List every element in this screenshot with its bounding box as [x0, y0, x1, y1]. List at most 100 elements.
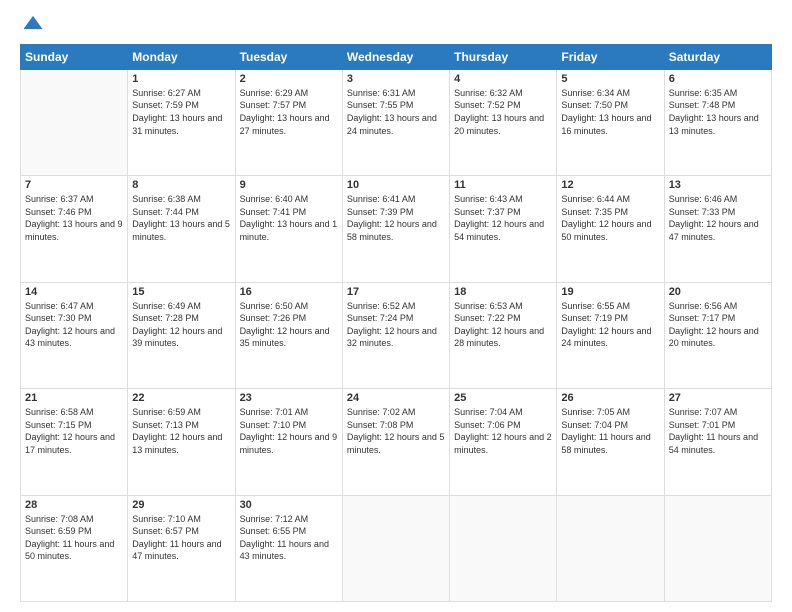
day-number: 5	[561, 73, 659, 85]
day-info: Sunrise: 6:52 AMSunset: 7:24 PMDaylight:…	[347, 300, 445, 350]
calendar-week-2: 7 Sunrise: 6:37 AMSunset: 7:46 PMDaylight…	[21, 176, 772, 282]
calendar-cell: 26 Sunrise: 7:05 AMSunset: 7:04 PMDayligh…	[557, 389, 664, 495]
calendar-cell: 23 Sunrise: 7:01 AMSunset: 7:10 PMDayligh…	[235, 389, 342, 495]
day-info: Sunrise: 6:47 AMSunset: 7:30 PMDaylight:…	[25, 300, 123, 350]
day-number: 3	[347, 73, 445, 85]
day-info: Sunrise: 6:43 AMSunset: 7:37 PMDaylight:…	[454, 193, 552, 243]
calendar-cell: 18 Sunrise: 6:53 AMSunset: 7:22 PMDayligh…	[450, 282, 557, 388]
day-number: 2	[240, 73, 338, 85]
day-number: 10	[347, 179, 445, 191]
calendar-cell	[342, 495, 449, 601]
day-info: Sunrise: 6:59 AMSunset: 7:13 PMDaylight:…	[132, 406, 230, 456]
calendar-cell: 24 Sunrise: 7:02 AMSunset: 7:08 PMDayligh…	[342, 389, 449, 495]
day-number: 16	[240, 286, 338, 298]
day-info: Sunrise: 6:31 AMSunset: 7:55 PMDaylight:…	[347, 87, 445, 137]
calendar-cell: 22 Sunrise: 6:59 AMSunset: 7:13 PMDayligh…	[128, 389, 235, 495]
col-header-sunday: Sunday	[21, 44, 128, 69]
calendar-header-row: SundayMondayTuesdayWednesdayThursdayFrid…	[21, 44, 772, 69]
calendar-cell: 10 Sunrise: 6:41 AMSunset: 7:39 PMDayligh…	[342, 176, 449, 282]
calendar-cell: 3 Sunrise: 6:31 AMSunset: 7:55 PMDaylight…	[342, 69, 449, 175]
calendar-cell: 14Sunrise: 6:47 AMSunset: 7:30 PMDayligh…	[21, 282, 128, 388]
day-info: Sunrise: 6:34 AMSunset: 7:50 PMDaylight:…	[561, 87, 659, 137]
day-info: Sunrise: 7:12 AMSunset: 6:55 PMDaylight:…	[240, 513, 338, 563]
day-number: 4	[454, 73, 552, 85]
calendar-cell: 16 Sunrise: 6:50 AMSunset: 7:26 PMDayligh…	[235, 282, 342, 388]
day-info: Sunrise: 6:35 AMSunset: 7:48 PMDaylight:…	[669, 87, 767, 137]
day-info: Sunrise: 7:10 AMSunset: 6:57 PMDaylight:…	[132, 513, 230, 563]
logo	[20, 16, 44, 36]
calendar-cell: 30Sunrise: 7:12 AMSunset: 6:55 PMDayligh…	[235, 495, 342, 601]
day-number: 27	[669, 392, 767, 404]
day-number: 8	[132, 179, 230, 191]
calendar-cell: 20 Sunrise: 6:56 AMSunset: 7:17 PMDayligh…	[664, 282, 771, 388]
day-info: Sunrise: 7:04 AMSunset: 7:06 PMDaylight:…	[454, 406, 552, 456]
day-number: 6	[669, 73, 767, 85]
day-number: 15	[132, 286, 230, 298]
calendar-week-1: 1 Sunrise: 6:27 AMSunset: 7:59 PMDaylight…	[21, 69, 772, 175]
day-number: 1	[132, 73, 230, 85]
calendar-cell: 8 Sunrise: 6:38 AMSunset: 7:44 PMDaylight…	[128, 176, 235, 282]
day-info: Sunrise: 6:44 AMSunset: 7:35 PMDaylight:…	[561, 193, 659, 243]
calendar-cell: 11Sunrise: 6:43 AMSunset: 7:37 PMDayligh…	[450, 176, 557, 282]
day-number: 7	[25, 179, 123, 191]
calendar-cell: 12 Sunrise: 6:44 AMSunset: 7:35 PMDayligh…	[557, 176, 664, 282]
calendar-cell: 4 Sunrise: 6:32 AMSunset: 7:52 PMDaylight…	[450, 69, 557, 175]
day-info: Sunrise: 7:02 AMSunset: 7:08 PMDaylight:…	[347, 406, 445, 456]
day-info: Sunrise: 6:37 AMSunset: 7:46 PMDaylight:…	[25, 193, 123, 243]
calendar-cell	[664, 495, 771, 601]
col-header-monday: Monday	[128, 44, 235, 69]
calendar-cell: 19 Sunrise: 6:55 AMSunset: 7:19 PMDayligh…	[557, 282, 664, 388]
day-number: 22	[132, 392, 230, 404]
calendar-cell	[21, 69, 128, 175]
col-header-saturday: Saturday	[664, 44, 771, 69]
day-info: Sunrise: 6:38 AMSunset: 7:44 PMDaylight:…	[132, 193, 230, 243]
day-number: 20	[669, 286, 767, 298]
day-number: 24	[347, 392, 445, 404]
day-number: 21	[25, 392, 123, 404]
day-info: Sunrise: 6:40 AMSunset: 7:41 PMDaylight:…	[240, 193, 338, 243]
calendar-cell: 13 Sunrise: 6:46 AMSunset: 7:33 PMDayligh…	[664, 176, 771, 282]
calendar-table: SundayMondayTuesdayWednesdayThursdayFrid…	[20, 44, 772, 602]
header	[20, 16, 772, 36]
day-info: Sunrise: 6:32 AMSunset: 7:52 PMDaylight:…	[454, 87, 552, 137]
day-info: Sunrise: 6:27 AMSunset: 7:59 PMDaylight:…	[132, 87, 230, 137]
calendar-cell: 6 Sunrise: 6:35 AMSunset: 7:48 PMDaylight…	[664, 69, 771, 175]
calendar-cell: 28Sunrise: 7:08 AMSunset: 6:59 PMDayligh…	[21, 495, 128, 601]
col-header-friday: Friday	[557, 44, 664, 69]
day-info: Sunrise: 6:53 AMSunset: 7:22 PMDaylight:…	[454, 300, 552, 350]
day-number: 12	[561, 179, 659, 191]
logo-icon	[22, 13, 44, 35]
day-number: 25	[454, 392, 552, 404]
day-info: Sunrise: 7:07 AMSunset: 7:01 PMDaylight:…	[669, 406, 767, 456]
calendar-cell: 27 Sunrise: 7:07 AMSunset: 7:01 PMDayligh…	[664, 389, 771, 495]
calendar-cell: 5 Sunrise: 6:34 AMSunset: 7:50 PMDaylight…	[557, 69, 664, 175]
day-info: Sunrise: 7:08 AMSunset: 6:59 PMDaylight:…	[25, 513, 123, 563]
day-info: Sunrise: 6:58 AMSunset: 7:15 PMDaylight:…	[25, 406, 123, 456]
calendar-week-3: 14Sunrise: 6:47 AMSunset: 7:30 PMDayligh…	[21, 282, 772, 388]
calendar-cell: 1 Sunrise: 6:27 AMSunset: 7:59 PMDaylight…	[128, 69, 235, 175]
calendar-cell: 17Sunrise: 6:52 AMSunset: 7:24 PMDayligh…	[342, 282, 449, 388]
day-info: Sunrise: 6:46 AMSunset: 7:33 PMDaylight:…	[669, 193, 767, 243]
calendar-cell: 2Sunrise: 6:29 AMSunset: 7:57 PMDaylight…	[235, 69, 342, 175]
calendar-cell: 9Sunrise: 6:40 AMSunset: 7:41 PMDaylight…	[235, 176, 342, 282]
day-number: 26	[561, 392, 659, 404]
calendar-cell	[557, 495, 664, 601]
day-info: Sunrise: 6:56 AMSunset: 7:17 PMDaylight:…	[669, 300, 767, 350]
day-info: Sunrise: 7:05 AMSunset: 7:04 PMDaylight:…	[561, 406, 659, 456]
day-number: 29	[132, 499, 230, 511]
calendar-cell: 7 Sunrise: 6:37 AMSunset: 7:46 PMDaylight…	[21, 176, 128, 282]
calendar-cell: 29 Sunrise: 7:10 AMSunset: 6:57 PMDayligh…	[128, 495, 235, 601]
day-info: Sunrise: 6:41 AMSunset: 7:39 PMDaylight:…	[347, 193, 445, 243]
day-number: 13	[669, 179, 767, 191]
day-number: 23	[240, 392, 338, 404]
day-info: Sunrise: 7:01 AMSunset: 7:10 PMDaylight:…	[240, 406, 338, 456]
day-info: Sunrise: 6:55 AMSunset: 7:19 PMDaylight:…	[561, 300, 659, 350]
calendar-week-5: 28Sunrise: 7:08 AMSunset: 6:59 PMDayligh…	[21, 495, 772, 601]
day-number: 18	[454, 286, 552, 298]
day-number: 19	[561, 286, 659, 298]
calendar-cell: 21 Sunrise: 6:58 AMSunset: 7:15 PMDayligh…	[21, 389, 128, 495]
day-info: Sunrise: 6:50 AMSunset: 7:26 PMDaylight:…	[240, 300, 338, 350]
calendar-cell	[450, 495, 557, 601]
day-info: Sunrise: 6:49 AMSunset: 7:28 PMDaylight:…	[132, 300, 230, 350]
calendar-cell: 15 Sunrise: 6:49 AMSunset: 7:28 PMDayligh…	[128, 282, 235, 388]
